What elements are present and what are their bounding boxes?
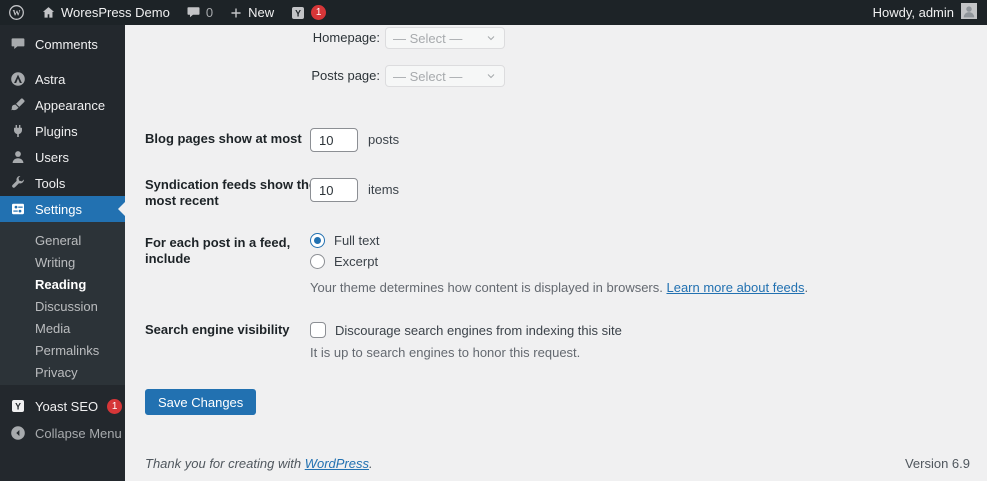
homepage-label: Homepage: [312,30,380,45]
settings-submenu: General Writing Reading Discussion Media… [0,222,125,385]
users-person-icon [10,149,26,165]
comments-count: 0 [205,5,214,20]
yoast-notification-badge: 1 [311,5,327,20]
syndication-label: Syndication feeds show the most recent [145,177,317,208]
wordpress-logo-icon: W [8,4,25,21]
site-name-label: WoresPress Demo [61,5,170,20]
yoast-admin-bar-button[interactable]: Y 1 [282,0,334,25]
footer-thanks-text: Thank you for creating with [145,456,305,471]
syndication-suffix: items [368,182,400,197]
plus-icon [229,6,243,20]
homepage-select[interactable]: — Select — [385,27,505,49]
admin-bar-comments-button[interactable]: 0 [178,0,221,25]
blog-pages-label: Blog pages show at most [145,131,302,146]
yoast-icon: Y [290,5,306,21]
feed-help-body: Your theme determines how content is dis… [310,280,667,295]
sidebar-item-appearance[interactable]: Appearance [0,92,125,118]
version-label: Version 6.9 [904,456,970,471]
wordpress-menu-button[interactable]: W [0,0,33,25]
avatar [961,3,977,22]
radio-excerpt[interactable] [310,253,325,269]
sidebar-item-label: Tools [35,175,66,191]
blog-pages-input[interactable] [310,128,358,152]
feed-excerpt-option[interactable]: Excerpt [310,251,378,271]
syndication-input[interactable] [310,178,358,202]
feed-full-text-option[interactable]: Full text [310,230,380,250]
wordpress-admin-page: W WoresPress Demo 0 New Y 1 Howdy, admin… [0,0,987,481]
sidebar-item-label: Users [35,149,69,165]
svg-text:Y: Y [15,401,21,411]
learn-more-feeds-link[interactable]: Learn more about feeds [666,280,804,295]
submenu-item-writing[interactable]: Writing [0,252,125,274]
svg-text:Y: Y [295,8,301,18]
yoast-sidebar-badge: 1 [107,398,123,414]
save-changes-button[interactable]: Save Changes [145,389,257,415]
plugins-plug-icon [10,123,26,139]
blog-pages-suffix: posts [368,132,400,147]
tools-wrench-icon [10,175,26,191]
new-content-button[interactable]: New [221,0,282,25]
site-name-link[interactable]: WoresPress Demo [33,0,178,25]
appearance-brush-icon [10,97,26,113]
sidebar-item-tools[interactable]: Tools [0,170,125,196]
sidebar-item-label: Astra [35,71,66,87]
feed-help-period: . [804,280,809,295]
sidebar-item-label: Settings [35,201,82,217]
discourage-indexing-option[interactable]: Discourage search engines from indexing … [310,320,622,340]
submenu-item-reading[interactable]: Reading [0,274,125,296]
radio-full-text-label: Full text [334,232,380,248]
feed-include-label: For each post in a feed, include [145,235,291,266]
sidebar-item-astra[interactable]: Astra [0,66,125,92]
radio-excerpt-label: Excerpt [334,253,379,269]
settings-icon [10,201,26,217]
submenu-item-privacy[interactable]: Privacy [0,362,125,384]
sidebar-item-users[interactable]: Users [0,144,125,170]
sidebar-item-label: Comments [35,36,98,52]
greeting-label: Howdy, admin [872,5,954,20]
sidebar-item-settings[interactable]: Settings [0,196,125,222]
posts-page-select-value: — Select — [393,68,463,84]
posts-page-label: Posts page: [311,68,380,83]
sidebar-item-plugins[interactable]: Plugins [0,118,125,144]
comments-icon [10,36,26,52]
chevron-down-icon [485,32,497,44]
admin-bar: W WoresPress Demo 0 New Y 1 Howdy, admin [0,0,987,25]
radio-full-text[interactable] [310,232,325,248]
collapse-menu-button[interactable]: Collapse Menu [0,420,125,446]
footer-thanks: Thank you for creating with WordPress. [145,456,373,472]
submenu-item-permalinks[interactable]: Permalinks [0,340,125,362]
search-visibility-label: Search engine visibility [145,322,290,337]
discourage-indexing-checkbox[interactable] [310,322,326,338]
collapse-arrow-icon [10,425,26,441]
home-icon [41,5,56,20]
submenu-item-media[interactable]: Media [0,318,125,340]
account-menu[interactable]: Howdy, admin [873,0,987,25]
sidebar-item-label: Yoast SEO [35,398,99,414]
search-visibility-help: It is up to search engines to honor this… [310,345,581,360]
new-label: New [248,5,275,20]
comments-bubble-icon [186,5,201,20]
discourage-indexing-label: Discourage search engines from indexing … [335,322,622,338]
sidebar-item-comments[interactable]: Comments [0,31,125,57]
sidebar-item-label: Appearance [35,97,106,113]
svg-text:W: W [12,9,20,18]
feed-help-text: Your theme determines how content is dis… [310,280,808,296]
collapse-menu-label: Collapse Menu [35,425,122,441]
posts-page-select[interactable]: — Select — [385,65,505,87]
sidebar-item-yoast-seo[interactable]: Y Yoast SEO 1 [0,393,125,419]
chevron-down-icon [485,70,497,82]
yoast-icon: Y [10,398,26,414]
astra-icon [10,71,26,87]
reading-settings-content: Homepage: — Select — Posts page: — Selec… [125,25,987,481]
sidebar-item-label: Plugins [35,123,78,139]
submenu-item-general[interactable]: General [0,230,125,252]
footer-thanks-period: . [369,456,373,471]
submenu-item-discussion[interactable]: Discussion [0,296,125,318]
wordpress-footer-link[interactable]: WordPress [305,456,369,471]
homepage-select-value: — Select — [393,30,463,46]
admin-sidebar: Comments Astra Appearance Plugins Users … [0,25,125,481]
